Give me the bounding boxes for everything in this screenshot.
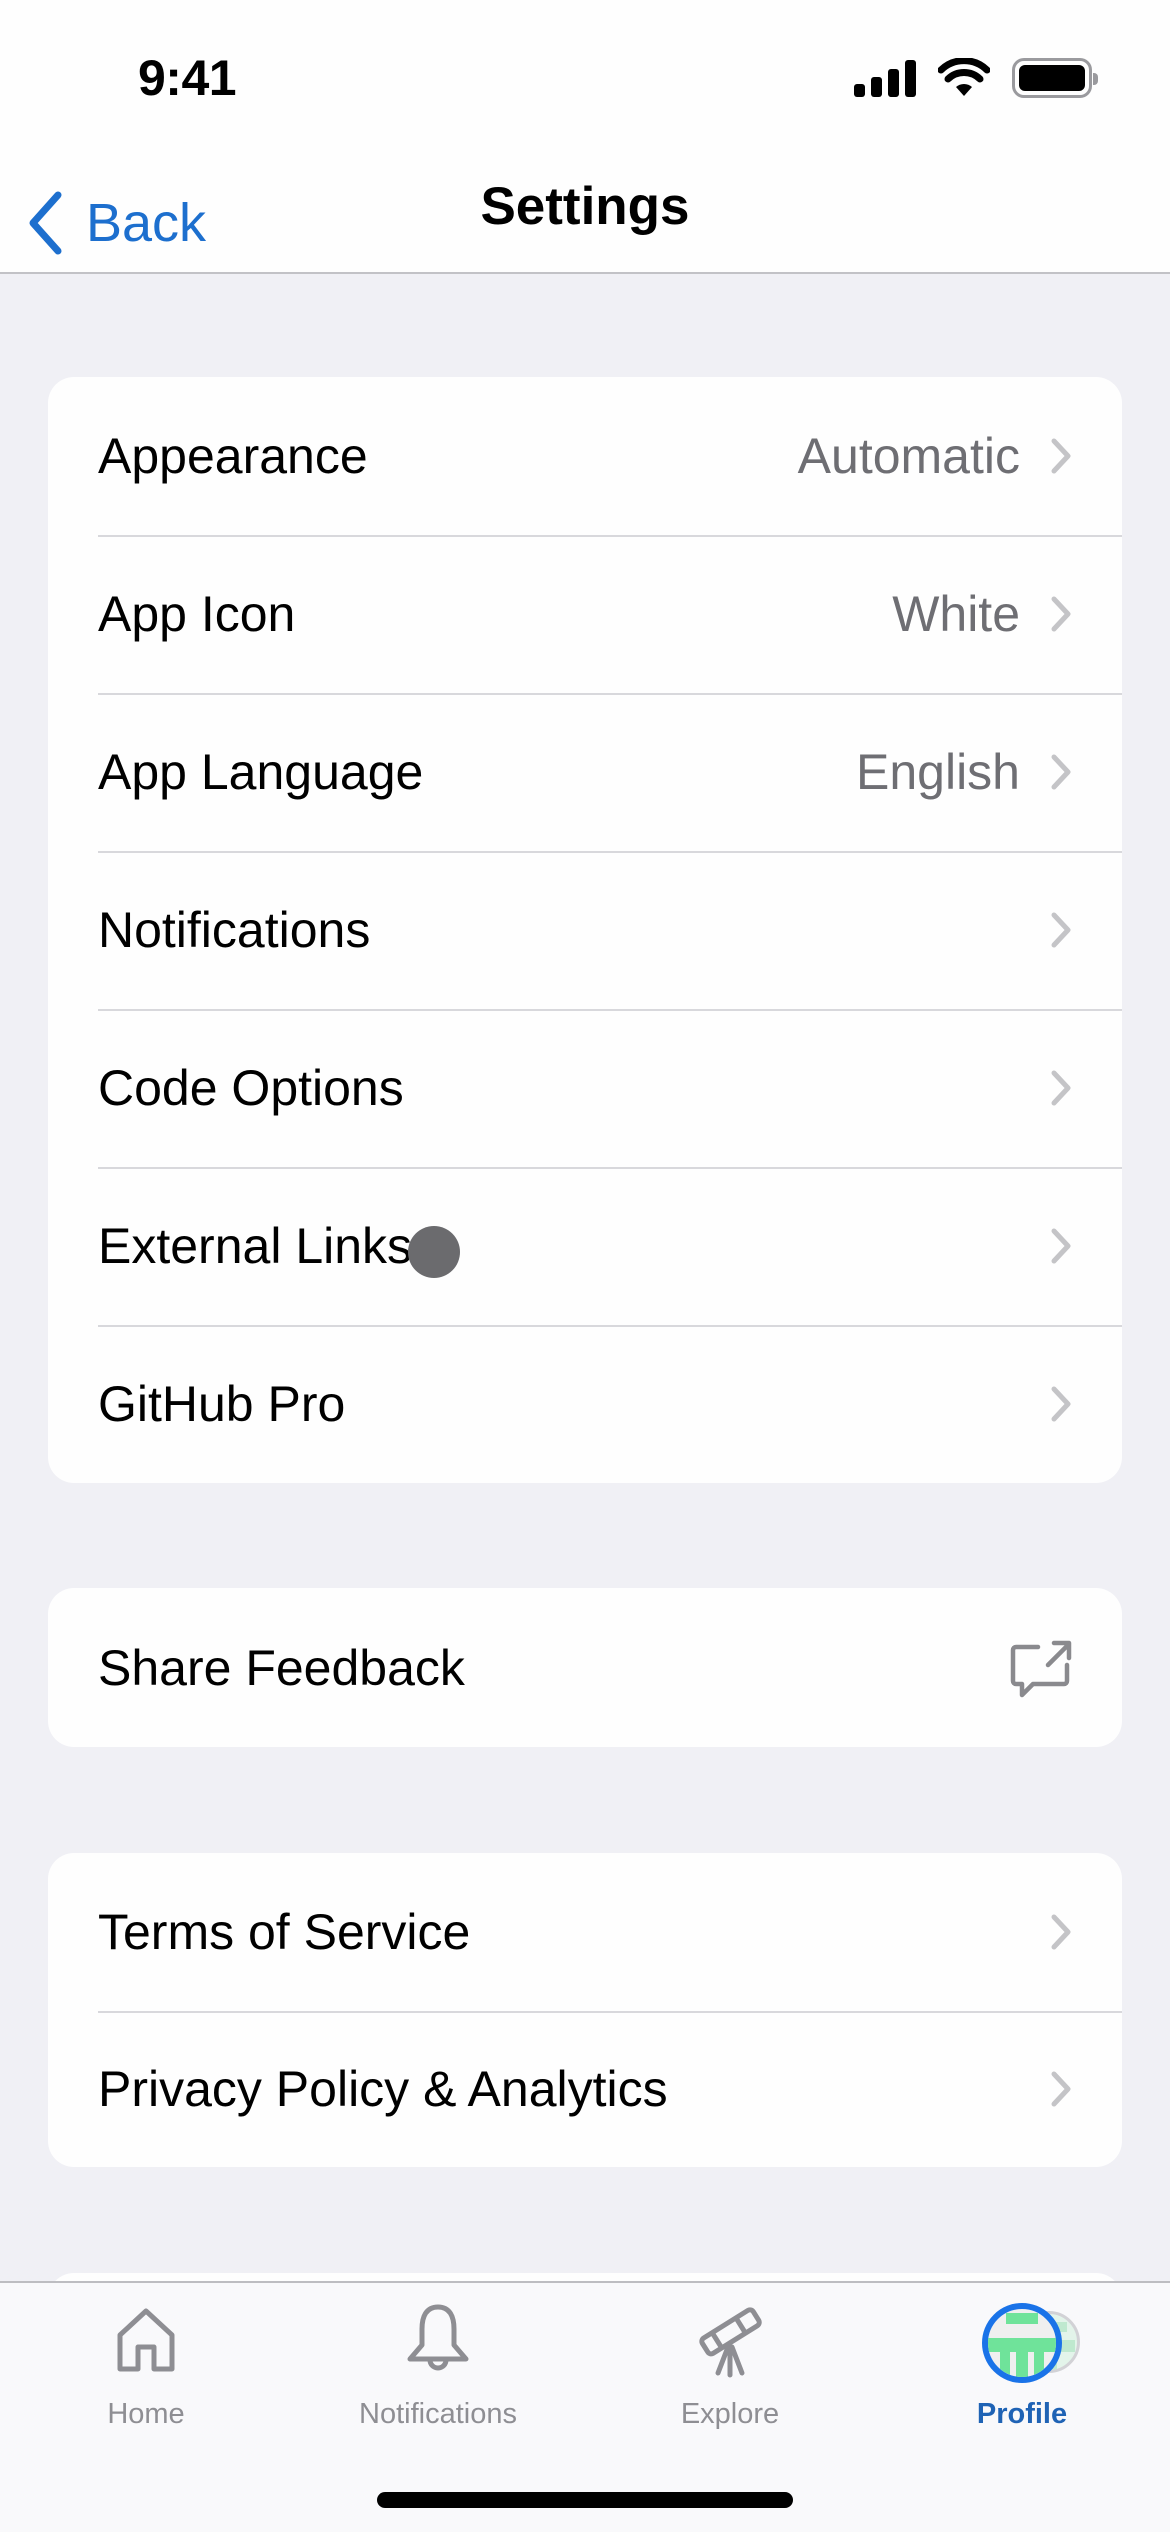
tab-home[interactable]: Home [0,2301,292,2441]
settings-row-github-pro[interactable]: GitHub Pro [48,1325,1122,1483]
telescope-icon [699,2307,762,2378]
chevron-right-icon [1051,596,1071,632]
chevron-right-icon [1051,2071,1071,2107]
settings-row-external-links[interactable]: External Links [48,1167,1122,1325]
wifi-icon [938,58,990,96]
row-value: Automatic [797,428,1020,484]
chevron-right-icon [1051,438,1071,474]
row-value: English [856,744,1020,800]
settings-row-terms-of-service[interactable]: Terms of Service [48,1853,1122,2011]
chevron-right-icon [1051,1914,1071,1950]
chevron-right-icon [1051,912,1071,948]
tab-label: Profile [976,2398,1068,2430]
row-value: White [892,586,1020,642]
tab-label: Home [107,2398,185,2430]
settings-section-general: Appearance Automatic App Icon White App … [48,377,1122,1483]
tab-profile[interactable]: Profile [876,2301,1168,2441]
row-label: GitHub Pro [98,1376,346,1432]
row-label: Notifications [98,902,371,958]
row-label: App Language [98,744,424,800]
row-label: External Links [98,1218,413,1274]
settings-row-code-options[interactable]: Code Options [48,1009,1122,1167]
settings-row-share-feedback[interactable]: Share Feedback [48,1588,1122,1747]
share-feedback-icon [1010,1640,1072,1697]
chevron-right-icon [1051,754,1071,790]
chevron-right-icon [1051,1386,1071,1422]
chevron-right-icon [1051,1070,1071,1106]
settings-row-appearance[interactable]: Appearance Automatic [48,377,1122,535]
avatar-icon [982,2301,1080,2383]
bell-icon [407,2304,469,2371]
row-label: Code Options [98,1060,404,1116]
tab-notifications[interactable]: Notifications [292,2301,584,2441]
battery-icon [1012,58,1098,98]
status-time: 9:41 [138,50,237,106]
row-label: Privacy Policy & Analytics [98,2061,668,2117]
home-indicator [377,2492,793,2508]
status-icons [854,56,1098,100]
tab-label: Explore [680,2398,780,2430]
tab-label: Notifications [359,2398,517,2430]
page-title: Settings [480,177,690,236]
settings-section-feedback: Share Feedback [48,1588,1122,1747]
header: 9:41 Back Settings [0,0,1170,274]
row-label: Terms of Service [98,1904,471,1960]
avatar [982,2303,1062,2383]
chevron-right-icon [1051,1228,1071,1264]
row-label: Share Feedback [98,1639,465,1696]
settings-row-app-language[interactable]: App Language English [48,693,1122,851]
settings-row-notifications[interactable]: Notifications [48,851,1122,1009]
row-label: App Icon [98,586,296,642]
cellular-signal-icon [854,59,916,97]
settings-row-privacy-policy[interactable]: Privacy Policy & Analytics [48,2011,1122,2167]
settings-row-app-icon[interactable]: App Icon White [48,535,1122,693]
settings-section-legal: Terms of Service Privacy Policy & Analyt… [48,1853,1122,2167]
home-icon [117,2308,175,2372]
tab-explore[interactable]: Explore [584,2301,876,2441]
row-label: Appearance [98,428,368,484]
